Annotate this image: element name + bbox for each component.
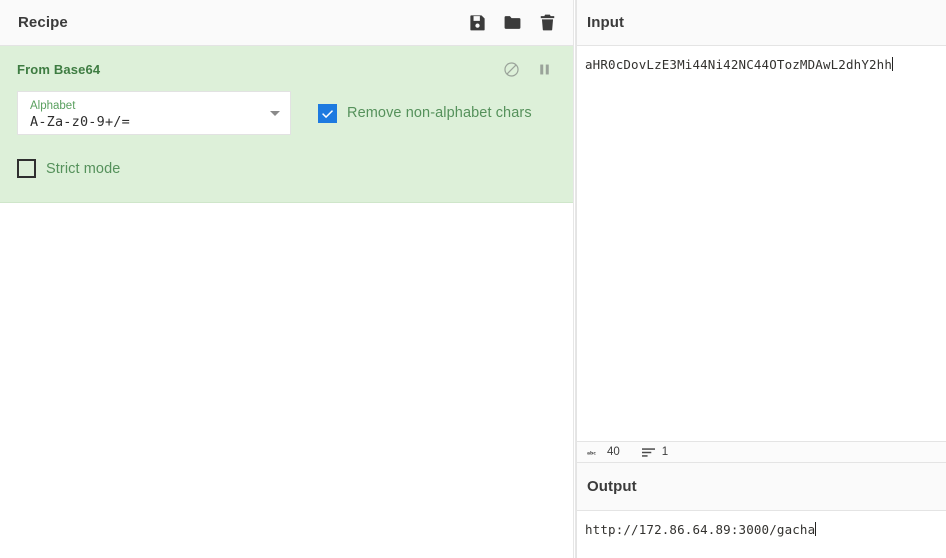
strict-mode-checkbox[interactable]: Strict mode bbox=[17, 159, 120, 178]
checkbox-box-checked[interactable] bbox=[318, 103, 337, 123]
input-text[interactable]: aHR0cDovLzE3Mi44Ni42NC44OTozMDAwL2dhY2hh bbox=[585, 57, 892, 72]
recipe-controls bbox=[468, 13, 557, 32]
output-section: Output http://172.86.64.89:3000/gacha bbox=[577, 463, 946, 558]
output-textarea[interactable]: http://172.86.64.89:3000/gacha bbox=[577, 511, 946, 558]
input-section: Input aHR0cDovLzE3Mi44Ni42NC44OTozMDAwL2… bbox=[577, 0, 946, 463]
input-lines-value: 1 bbox=[661, 446, 669, 458]
input-textarea[interactable]: aHR0cDovLzE3Mi44Ni42NC44OTozMDAwL2dhY2hh bbox=[577, 46, 946, 441]
input-lines-status: 1 bbox=[641, 446, 669, 458]
load-recipe-icon[interactable] bbox=[503, 13, 522, 32]
alphabet-label: Alphabet bbox=[30, 100, 76, 112]
argument-row-primary: Alphabet A-Za-z0-9+/= Remove non-alphabe… bbox=[17, 91, 556, 135]
svg-text:abc: abc bbox=[587, 450, 596, 456]
input-caret bbox=[892, 57, 894, 71]
remove-non-alphabet-chars-label: Remove non-alphabet chars bbox=[347, 105, 532, 121]
operation-controls bbox=[503, 61, 557, 78]
alphabet-value[interactable]: A-Za-z0-9+/= bbox=[30, 114, 264, 130]
strict-mode-label: Strict mode bbox=[46, 160, 121, 177]
remove-non-alphabet-chars-checkbox[interactable]: Remove non-alphabet chars bbox=[318, 103, 532, 123]
operation-title: From Base64 bbox=[17, 62, 101, 77]
cyberchef-app: Recipe From Base64 Alphabet A-Za-z0-9+/=… bbox=[0, 0, 946, 558]
recipe-title-bar: Recipe bbox=[0, 0, 573, 46]
argument-row-secondary: Strict mode bbox=[17, 159, 556, 178]
recipe-operation-list[interactable]: From Base64 Alphabet A-Za-z0-9+/= Remove… bbox=[0, 46, 573, 558]
check-icon bbox=[321, 107, 334, 120]
disable-operation-icon[interactable] bbox=[503, 61, 520, 78]
clear-recipe-icon[interactable] bbox=[538, 13, 557, 32]
input-title-bar: Input bbox=[577, 0, 946, 46]
lines-icon bbox=[641, 447, 655, 458]
alphabet-select[interactable]: Alphabet A-Za-z0-9+/= bbox=[17, 91, 291, 135]
checkbox-box-unchecked[interactable] bbox=[17, 159, 36, 178]
output-title: Output bbox=[587, 478, 637, 495]
input-status-bar: abc 40 1 bbox=[577, 441, 946, 463]
input-title: Input bbox=[587, 14, 625, 31]
chevron-down-icon[interactable] bbox=[270, 111, 280, 116]
recipe-title: Recipe bbox=[18, 14, 68, 31]
output-title-bar: Output bbox=[577, 463, 946, 511]
recipe-operation-from-base64[interactable]: From Base64 Alphabet A-Za-z0-9+/= Remove… bbox=[0, 46, 573, 203]
io-pane: Input aHR0cDovLzE3Mi44Ni42NC44OTozMDAwL2… bbox=[576, 0, 946, 558]
breakpoint-pause-icon[interactable] bbox=[536, 61, 553, 78]
output-caret bbox=[815, 522, 817, 536]
recipe-pane: Recipe From Base64 Alphabet A-Za-z0-9+/=… bbox=[0, 0, 573, 558]
output-text: http://172.86.64.89:3000/gacha bbox=[585, 522, 816, 537]
input-length-status: abc 40 bbox=[587, 446, 620, 458]
abc-icon: abc bbox=[587, 447, 600, 458]
save-recipe-icon[interactable] bbox=[468, 13, 487, 32]
operation-arguments: Alphabet A-Za-z0-9+/= Remove non-alphabe… bbox=[0, 78, 573, 202]
input-length-value: 40 bbox=[607, 446, 620, 458]
operation-header: From Base64 bbox=[0, 46, 573, 78]
